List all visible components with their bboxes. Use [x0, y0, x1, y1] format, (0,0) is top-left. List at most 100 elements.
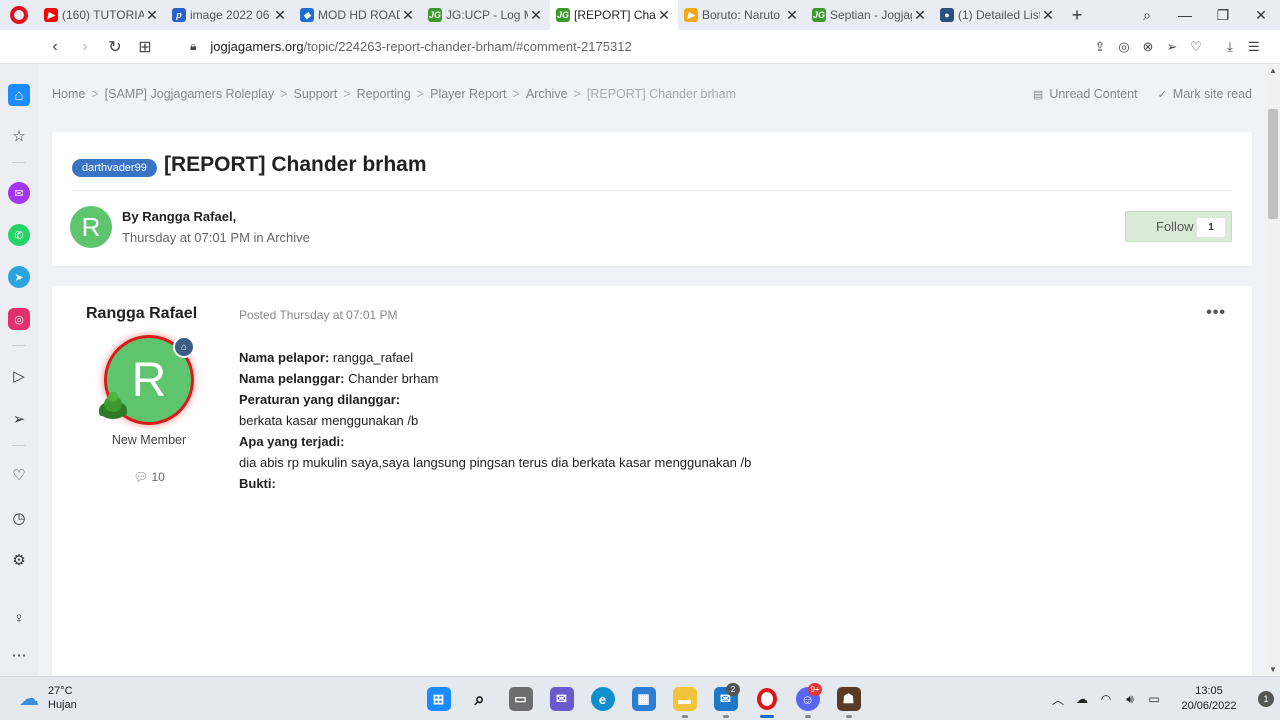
author-avatar[interactable]: R	[70, 206, 112, 248]
weather-widget[interactable]: ☁ 27°C Hujan	[16, 684, 77, 712]
close-tab-icon[interactable]: ✕	[272, 7, 288, 24]
browser-tab[interactable]: JG Septian - Jogjag ✕	[806, 0, 934, 30]
page-scrollbar[interactable]: ▲ ▼	[1266, 64, 1280, 676]
tab-search-icon[interactable]: ⌕	[1128, 7, 1166, 24]
close-tab-icon[interactable]: ✕	[784, 7, 800, 24]
breadcrumb-separator: >	[416, 87, 425, 101]
notification-icon[interactable]: 1	[1252, 691, 1280, 707]
edge-icon[interactable]: e	[582, 677, 623, 721]
search-icon[interactable]: ⌕	[459, 677, 500, 721]
breadcrumb-item[interactable]: Archive	[526, 87, 568, 101]
new-tab-button[interactable]: +	[1062, 5, 1092, 26]
rank-badge-icon	[99, 392, 127, 419]
browser-tab[interactable]: ▶ Boruto: Naruto ✕	[678, 0, 806, 30]
close-tab-icon[interactable]: ✕	[656, 7, 672, 24]
more-icon[interactable]: ⋯	[8, 644, 30, 666]
browser-tab[interactable]: p image 2022 06 ✕	[166, 0, 294, 30]
close-tab-icon[interactable]: ✕	[400, 7, 416, 24]
post-line: dia abis rp mukulin saya,saya langsung p…	[239, 455, 752, 470]
breadcrumb-item[interactable]: Support	[294, 87, 338, 101]
discord-icon[interactable]: ☺ 9+	[787, 677, 828, 721]
adblock-icon[interactable]: ⊗	[1136, 39, 1160, 55]
breadcrumb-separator: >	[343, 87, 351, 101]
close-tab-icon[interactable]: ✕	[144, 7, 160, 24]
post-menu-icon[interactable]: •••	[1206, 304, 1226, 322]
settings-icon[interactable]: ⚙	[8, 549, 30, 571]
send-arrow-icon[interactable]: ➢	[8, 408, 30, 430]
browser-tab[interactable]: ● (1) Detailed List ✕	[934, 0, 1062, 30]
tab-label: Boruto: Naruto	[702, 8, 781, 22]
messenger-icon[interactable]: ✉	[8, 182, 30, 204]
reload-button[interactable]: ↻	[100, 37, 130, 57]
heart-icon[interactable]: ♡	[8, 464, 30, 486]
telegram-icon[interactable]: ➤	[8, 266, 30, 288]
page-content: Home > [SAMP] Jogjagamers Roleplay > Support…	[38, 64, 1266, 676]
star-icon[interactable]: ☆	[8, 125, 30, 147]
breadcrumb-separator: >	[91, 87, 99, 101]
share-icon[interactable]: ⇪	[1088, 39, 1112, 55]
scroll-up-icon[interactable]: ▲	[1266, 66, 1280, 75]
minimize-button[interactable]: —	[1166, 7, 1204, 23]
volume-icon[interactable]: 🔊︎	[1118, 692, 1142, 707]
history-icon[interactable]: ◷	[8, 507, 30, 529]
easy-setup-icon[interactable]: ☰	[1242, 39, 1266, 55]
close-tab-icon[interactable]: ✕	[528, 7, 544, 24]
breadcrumb-item[interactable]: Home	[52, 87, 85, 101]
instagram-icon[interactable]: ◎	[8, 308, 30, 330]
start-button[interactable]: ⊞	[418, 677, 459, 721]
topic-tag-badge[interactable]: darthvader99	[72, 159, 157, 177]
download-icon[interactable]: ⤓	[1218, 39, 1242, 55]
post-date[interactable]: Posted Thursday at 07:01 PM	[239, 308, 398, 322]
tips-icon[interactable]: ♀	[8, 607, 30, 629]
close-window-button[interactable]: ✕	[1242, 7, 1280, 24]
browser-tab[interactable]: ◆ MOD HD ROAD ✕	[294, 0, 422, 30]
mark-site-read-link[interactable]: ✓ Mark site read	[1158, 87, 1252, 101]
game-app-icon[interactable]: ☗	[828, 677, 869, 721]
back-button[interactable]: ‹	[40, 38, 70, 56]
breadcrumb-item[interactable]: Player Report	[430, 87, 506, 101]
task-view-icon[interactable]: ▭	[500, 677, 541, 721]
tab-label: image 2022 06	[190, 8, 270, 22]
post-line: Peraturan yang dilanggar:	[239, 392, 401, 407]
tab-favicon-icon: ●	[940, 8, 954, 22]
teams-chat-icon[interactable]: ✉	[541, 677, 582, 721]
store-icon[interactable]: ▦	[623, 677, 664, 721]
opera-icon[interactable]	[746, 677, 787, 721]
browser-tab[interactable]: JG JG:UCP - Log M ✕	[422, 0, 550, 30]
file-explorer-icon[interactable]: ▬	[664, 677, 705, 721]
clock[interactable]: 13:05 20/06/2022	[1166, 684, 1252, 714]
maximize-button[interactable]: ❐	[1204, 7, 1242, 24]
breadcrumb-item[interactable]: [SAMP] Jogjagamers Roleplay	[105, 87, 275, 101]
speed-dial-icon[interactable]: ⊞	[130, 37, 160, 57]
whatsapp-icon[interactable]: ✆	[8, 224, 30, 246]
home-icon[interactable]: ⌂	[8, 84, 30, 106]
chevron-up-icon[interactable]: ︿	[1046, 691, 1070, 708]
battery-icon[interactable]: ▭	[1142, 692, 1166, 706]
tab-label: [REPORT] Chan	[574, 8, 656, 22]
close-tab-icon[interactable]: ✕	[1040, 7, 1056, 24]
snapshot-icon[interactable]: ◎	[1112, 39, 1136, 55]
mail-icon[interactable]: ✉ 2	[705, 677, 746, 721]
byline: By Rangga Rafael,	[122, 209, 237, 224]
browser-tab[interactable]: ▶ (160) TUTORIAL ✕	[38, 0, 166, 30]
heart-icon[interactable]: ♡	[1184, 39, 1208, 55]
scroll-down-icon[interactable]: ▼	[1266, 665, 1280, 674]
post-author-name[interactable]: Rangga Rafael	[86, 305, 197, 323]
send-icon[interactable]: ➢	[1160, 39, 1184, 55]
opera-menu-icon[interactable]	[0, 0, 38, 30]
unread-content-link[interactable]: ▤ Unread Content	[1033, 87, 1138, 101]
onedrive-icon[interactable]: ☁	[1070, 692, 1094, 706]
player-icon[interactable]: ▷	[8, 365, 30, 387]
lock-icon: 🔒︎	[190, 39, 197, 53]
close-tab-icon[interactable]: ✕	[912, 7, 928, 24]
scroll-thumb[interactable]	[1268, 109, 1278, 219]
breadcrumb-item[interactable]: Reporting	[357, 87, 411, 101]
follow-button[interactable]: Follow 1	[1125, 211, 1232, 242]
url-field[interactable]: 🔒︎ jogjagamers.org/topic/224263-report-c…	[190, 39, 632, 54]
post: Rangga Rafael R ⌂ New Member 💬︎ 10 Posted…	[52, 286, 1252, 676]
wifi-icon[interactable]: ◠	[1094, 692, 1118, 706]
browser-tab[interactable]: JG [REPORT] Chan ✕	[550, 0, 678, 30]
author-link[interactable]: Rangga Rafael	[142, 209, 232, 224]
post-count[interactable]: 💬︎ 10	[52, 470, 246, 484]
forward-button[interactable]: ›	[70, 38, 100, 56]
